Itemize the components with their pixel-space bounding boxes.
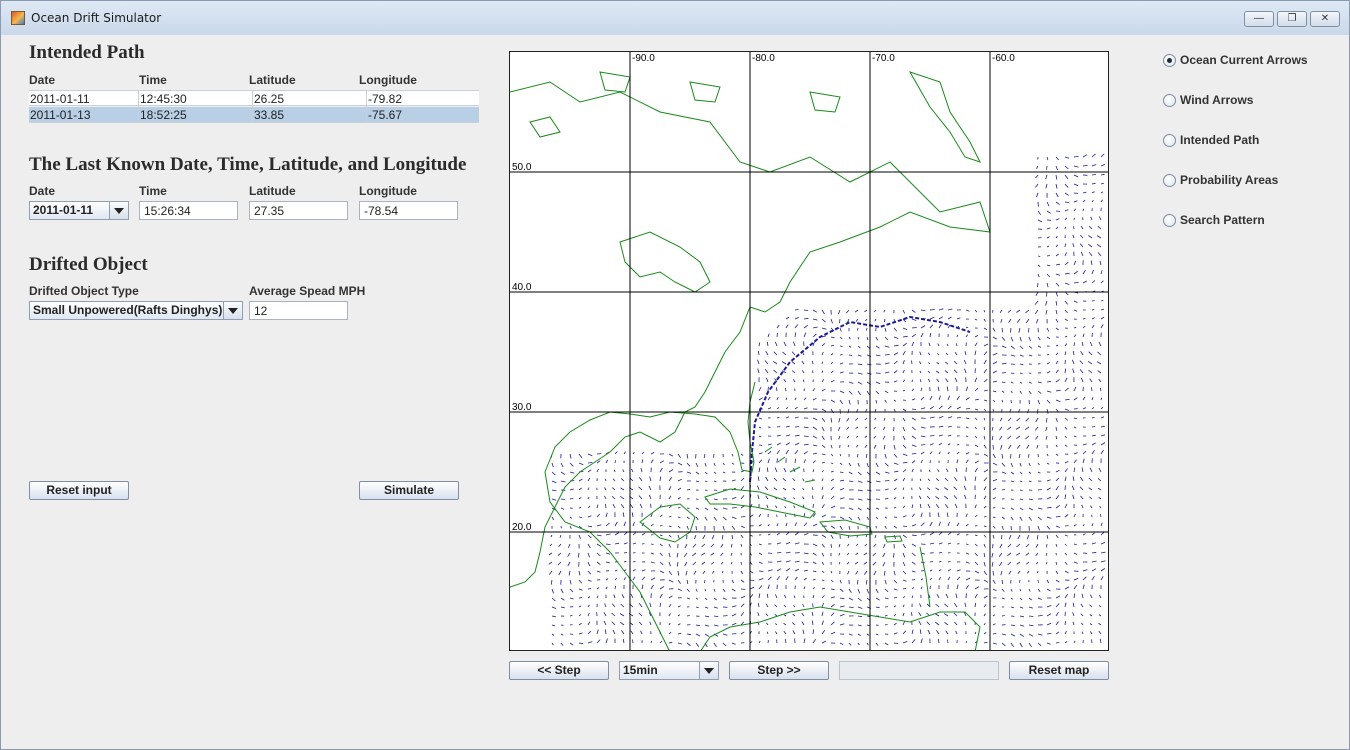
main-content: Intended Path Date Time Latitude Longitu…	[7, 35, 1343, 743]
column-header-latitude[interactable]: Latitude	[249, 73, 296, 87]
time-field[interactable]	[139, 201, 238, 220]
step-forward-button[interactable]: Step >>	[729, 661, 829, 680]
radio-label: Intended Path	[1180, 133, 1260, 147]
drifted-object-type-dropdown[interactable]: Small Unpowered(Rafts Dinghys)	[29, 301, 243, 320]
ocean-map[interactable]: -90.0 -80.0 -70.0 -60.0 50.0 40.0 30.0 20.0	[509, 51, 1109, 651]
step-interval-value: 15min	[623, 663, 658, 677]
date-dropdown-value: 2011-01-11	[33, 203, 94, 217]
step-interval-dropdown[interactable]: 15min	[619, 661, 719, 680]
longitude-label: -60.0	[992, 53, 1015, 64]
radio-label: Search Pattern	[1180, 213, 1265, 227]
chevron-down-icon[interactable]	[223, 302, 242, 319]
minimize-icon: —	[1254, 13, 1264, 24]
antilles-islands	[919, 546, 931, 608]
latitude-field[interactable]	[249, 201, 348, 220]
latitude-label: 40.0	[512, 282, 532, 293]
latitude-label: 20.0	[512, 522, 532, 533]
column-header-date[interactable]: Date	[29, 73, 55, 87]
cell-latitude[interactable]: 33.85	[253, 107, 367, 123]
reset-map-button[interactable]: Reset map	[1009, 661, 1109, 680]
average-speed-field[interactable]	[249, 301, 348, 320]
chevron-down-icon[interactable]	[699, 662, 718, 679]
step-back-button[interactable]: << Step	[509, 661, 609, 680]
current-arrows-layer	[548, 153, 1106, 648]
radio-button[interactable]	[1163, 214, 1176, 227]
last-known-latitude-label: Latitude	[249, 184, 296, 198]
column-header-time[interactable]: Time	[139, 73, 167, 87]
intended-path-heading: Intended Path	[29, 42, 145, 63]
current-arrow-field	[548, 153, 1106, 648]
cuba-coastline	[704, 488, 816, 519]
reset-input-button[interactable]: Reset input	[29, 481, 129, 500]
table-row-selected[interactable]: 2011-01-13 18:52:25 33.85 -75.67	[29, 107, 479, 123]
south-america-coastline	[700, 606, 981, 650]
arctic-islands	[529, 71, 981, 163]
map-canvas: -90.0 -80.0 -70.0 -60.0 50.0 40.0 30.0 20.0	[510, 52, 1108, 650]
great-lakes-outline	[619, 231, 711, 293]
latitude-label: 30.0	[512, 402, 532, 413]
last-known-heading: The Last Known Date, Time, Latitude, and…	[29, 154, 467, 175]
longitude-label: -90.0	[632, 53, 655, 64]
average-speed-label: Average Spead MPH	[249, 284, 366, 298]
latitude-label: 50.0	[512, 162, 532, 173]
app-icon	[11, 11, 25, 25]
cell-latitude[interactable]: 26.25	[253, 91, 367, 107]
radio-label: Ocean Current Arrows	[1180, 53, 1308, 67]
florida-coastline	[694, 381, 756, 473]
radio-label: Probability Areas	[1180, 173, 1279, 187]
radio-button[interactable]	[1163, 94, 1176, 107]
minimize-button[interactable]: —	[1244, 11, 1274, 27]
radio-button[interactable]	[1163, 134, 1176, 147]
last-known-time-label: Time	[139, 184, 167, 198]
radio-button[interactable]	[1163, 174, 1176, 187]
maximize-button[interactable]: ❐	[1277, 11, 1307, 27]
window-title: Ocean Drift Simulator	[31, 11, 162, 25]
drifted-object-type-label: Drifted Object Type	[29, 284, 139, 298]
cell-date[interactable]: 2011-01-11	[29, 91, 139, 107]
cell-time[interactable]: 12:45:30	[139, 91, 253, 107]
date-dropdown[interactable]: 2011-01-11	[29, 201, 129, 220]
drifted-object-heading: Drifted Object	[29, 254, 148, 275]
maximize-icon: ❐	[1287, 13, 1297, 24]
app-window: Ocean Drift Simulator — ❐ ✕ Intended Pat…	[0, 0, 1350, 750]
hispaniola-coastline	[819, 519, 873, 537]
cell-time[interactable]: 18:52:25	[139, 107, 253, 123]
close-button[interactable]: ✕	[1310, 11, 1340, 27]
drifted-object-type-value: Small Unpowered(Rafts Dinghys)	[33, 303, 223, 317]
cell-date[interactable]: 2011-01-13	[29, 107, 139, 123]
column-header-longitude[interactable]: Longitude	[359, 73, 417, 87]
longitude-field[interactable]	[359, 201, 458, 220]
title-bar[interactable]: Ocean Drift Simulator — ❐ ✕	[1, 1, 1349, 35]
puerto-rico-coastline	[884, 535, 903, 543]
bahamas-islands	[764, 446, 816, 483]
map-grid	[510, 52, 1108, 650]
map-coordinate-labels: -90.0 -80.0 -70.0 -60.0 50.0 40.0 30.0 20.0	[512, 53, 1015, 533]
cell-longitude[interactable]: -75.67	[367, 107, 479, 123]
simulation-progress-bar	[839, 661, 999, 680]
simulate-button[interactable]: Simulate	[359, 481, 459, 500]
cell-longitude[interactable]: -79.82	[367, 91, 479, 107]
longitude-label: -80.0	[752, 53, 775, 64]
chevron-down-icon[interactable]	[109, 202, 128, 219]
longitude-label: -70.0	[872, 53, 895, 64]
gulf-stream-current	[749, 315, 971, 483]
radio-button[interactable]	[1163, 54, 1176, 67]
last-known-longitude-label: Longitude	[359, 184, 417, 198]
last-known-date-label: Date	[29, 184, 56, 198]
close-icon: ✕	[1320, 13, 1330, 24]
table-row[interactable]: 2011-01-11 12:45:30 26.25 -79.82	[29, 90, 479, 107]
radio-label: Wind Arrows	[1180, 93, 1254, 107]
